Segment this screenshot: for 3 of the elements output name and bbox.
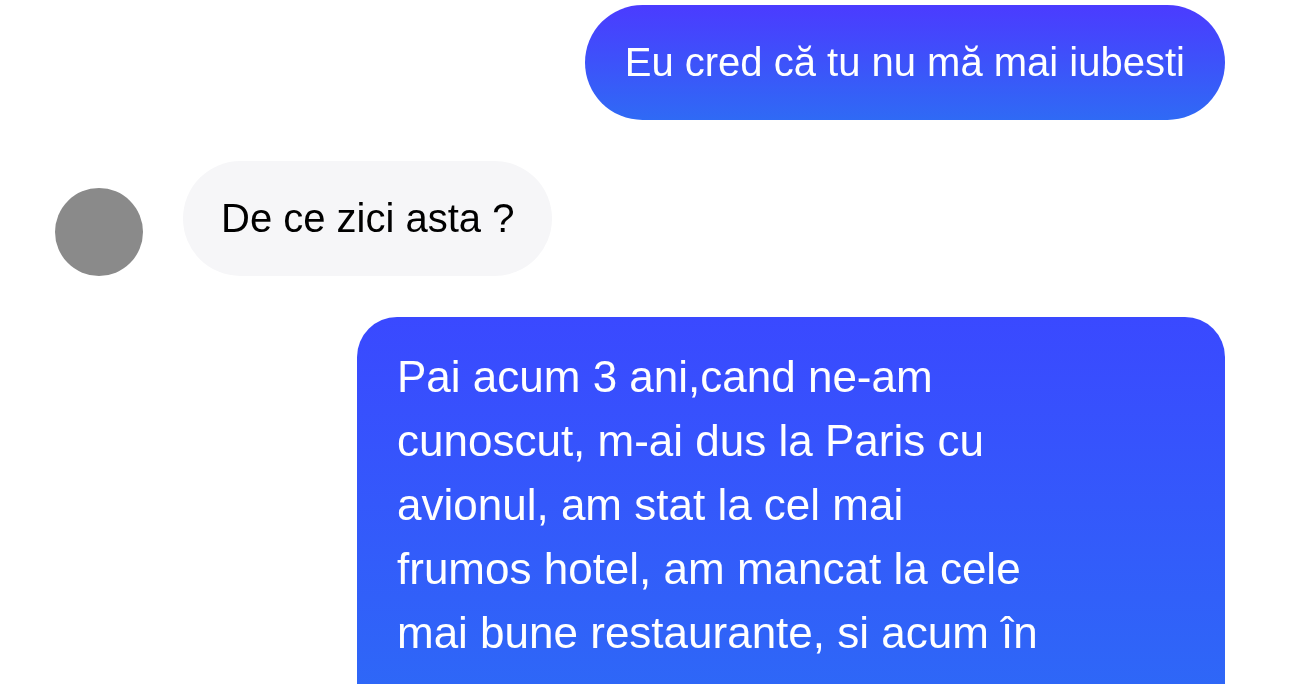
received-message-bubble: De ce zici asta ?	[183, 161, 553, 276]
sent-message-bubble: Pai acum 3 ani,cand ne-am cunoscut, m-ai dus la Paris cu avionul, am stat la cel mai frumos hotel, am mancat la cele mai bune restaurante, si acum în	[357, 317, 1225, 684]
sent-message-bubble: Eu cred că tu nu mă mai iubesti	[584, 5, 1225, 120]
